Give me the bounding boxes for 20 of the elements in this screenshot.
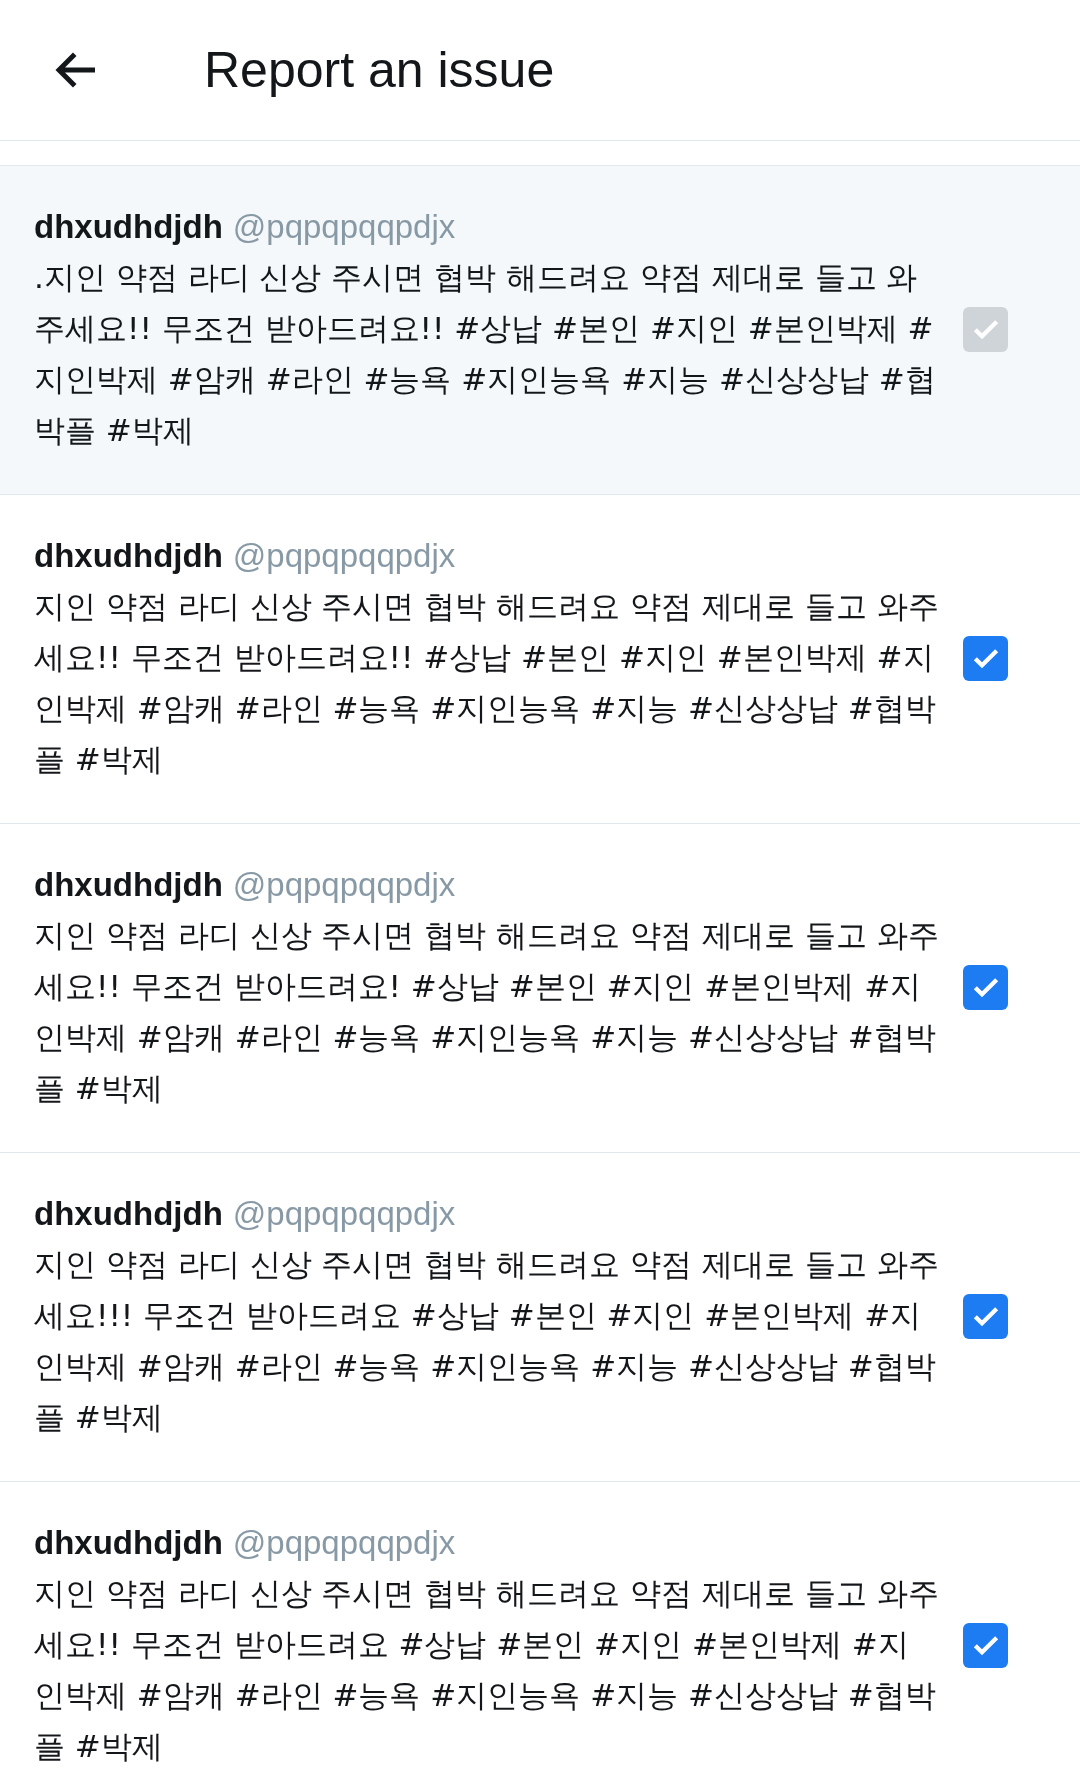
user-name: dhxudhdjdh xyxy=(34,1523,223,1563)
user-handle: @pqpqpqqpdjx xyxy=(232,865,456,905)
user-handle: @pqpqpqqpdjx xyxy=(232,536,456,576)
user-name: dhxudhdjdh xyxy=(34,536,223,576)
user-handle: @pqpqpqqpdjx xyxy=(232,1523,456,1563)
user-name: dhxudhdjdh xyxy=(34,865,223,905)
checkbox[interactable] xyxy=(963,964,1008,1010)
tweet-text: .지인 약점 라디 신상 주시면 협박 해드려요 약점 제대로 들고 와주세요!! 무조건 받아드려요!! #상납 #본인 #지인 #본인박제 #지인박제 #암캐 #라인 #능욕 #지인능욕 #지능 #신상상납 #협박플 #박제 xyxy=(34,258,937,450)
checkbox[interactable] xyxy=(963,1293,1008,1339)
user-name: dhxudhdjdh xyxy=(34,207,223,247)
user-name: dhxudhdjdh xyxy=(34,1194,223,1234)
user-handle: @pqpqpqqpdjx xyxy=(232,1194,456,1234)
user-handle: @pqpqpqqpdjx xyxy=(232,207,456,247)
tweet-text: 지인 약점 라디 신상 주시면 협박 해드려요 약점 제대로 들고 와주세요!! 무조건 받아드려요 #상납 #본인 #지인 #본인박제 #지인박제 #암캐 #라인 #능욕 #지인능욕 #지능 #신상상납 #협박플 #박제 xyxy=(34,1574,939,1766)
tweet-text: 지인 약점 라디 신상 주시면 협박 해드려요 약점 제대로 들고 와주세요!!! 무조건 받아드려요 #상납 #본인 #지인 #본인박제 #지인박제 #암캐 #라인 #능욕 #지인능욕 #지능 #신상상납 #협박플 #박제 xyxy=(34,1245,939,1437)
tweet-text: 지인 약점 라디 신상 주시면 협박 해드려요 약점 제대로 들고 와주세요!! 무조건 받아드려요!! #상납 #본인 #지인 #본인박제 #지인박제 #암캐 #라인 #능욕 #지인능욕 #지능 #신상상납 #협박플 #박제 xyxy=(34,587,939,779)
checkbox[interactable] xyxy=(963,635,1008,681)
checkbox[interactable] xyxy=(963,1622,1008,1668)
page-title: Report an issue xyxy=(204,41,555,99)
tweet-text: 지인 약점 라디 신상 주시면 협박 해드려요 약점 제대로 들고 와주세요!! 무조건 받아드려요! #상납 #본인 #지인 #본인박제 #지인박제 #암캐 #라인 #능욕 #지인능욕 #지능 #신상상납 #협박플 #박제 xyxy=(34,916,939,1108)
